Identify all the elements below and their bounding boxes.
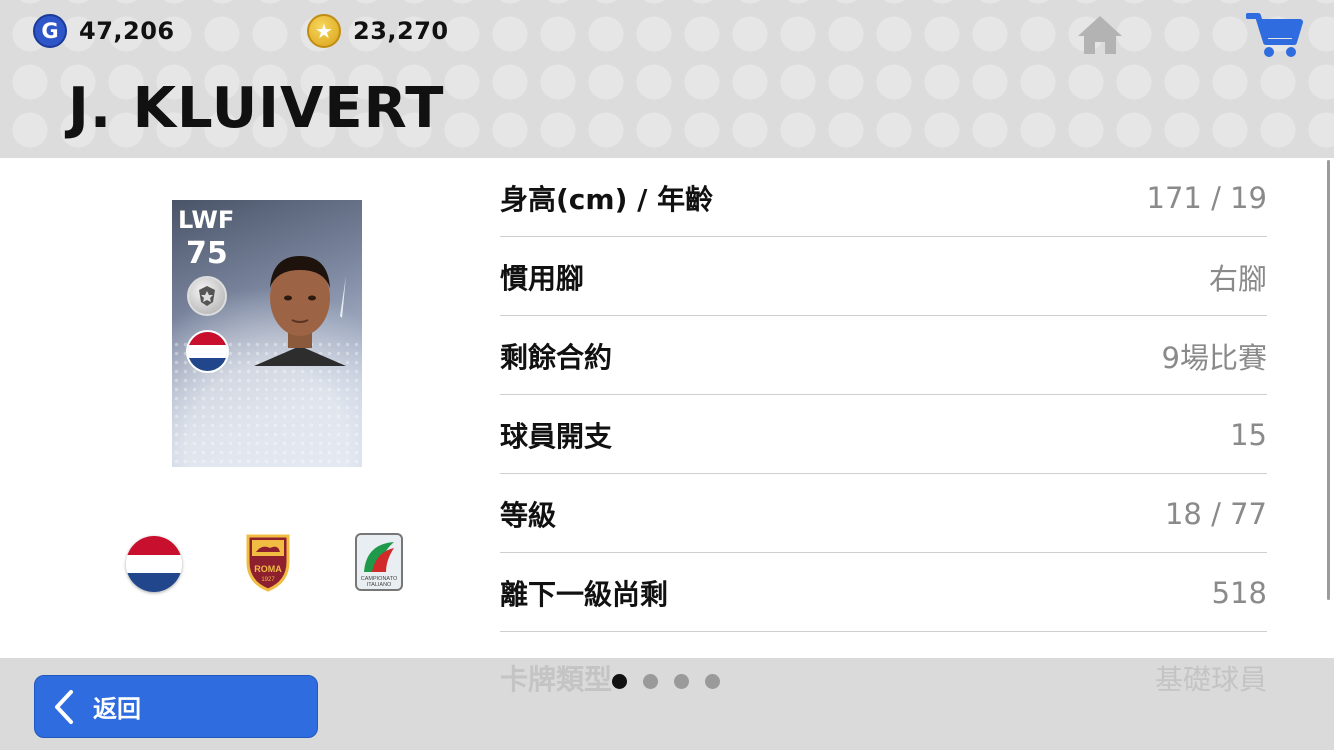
stat-row-height-age: 身高(cm) / 年齡 171 / 19 — [500, 158, 1267, 237]
club-crest-year: 1927 — [261, 577, 275, 583]
page-dot-2[interactable] — [643, 674, 658, 689]
club-crest-icon[interactable]: ROMA 1927 — [244, 532, 292, 592]
stat-value: 9場比賽 — [1161, 341, 1267, 375]
club-crest-text: ROMA — [254, 564, 282, 574]
page-indicator[interactable] — [612, 674, 720, 689]
stat-label: 等級 — [500, 499, 557, 532]
top-header: G 47,206 ★ 23,270 J. KLUIVERT — [0, 0, 1334, 158]
card-nationality-flag-icon — [186, 330, 229, 373]
player-stats-list[interactable]: 身高(cm) / 年齡 171 / 19 慣用腳 右腳 剩餘合約 9場比賽 球員… — [500, 158, 1267, 632]
player-name-title: J. KLUIVERT — [68, 76, 445, 141]
stat-label: 慣用腳 — [500, 262, 585, 295]
nationality-flag-icon[interactable] — [126, 536, 182, 592]
gp-amount: 47,206 — [79, 17, 175, 45]
stat-value: 518 — [1211, 576, 1267, 610]
stat-value: 18 / 77 — [1164, 497, 1267, 531]
coin-balance[interactable]: ★ 23,270 — [307, 14, 449, 48]
page-dot-3[interactable] — [674, 674, 689, 689]
stat-label: 身高(cm) / 年齡 — [500, 183, 714, 216]
league-logo-line2: ITALIANO — [367, 582, 392, 588]
stat-value-card-type: 基礎球員 — [1154, 663, 1267, 696]
star-coin-icon: ★ — [307, 14, 341, 48]
cart-icon — [1245, 13, 1303, 57]
page-dot-4[interactable] — [705, 674, 720, 689]
stat-value: 右腳 — [1208, 262, 1267, 296]
stat-value: 15 — [1230, 418, 1267, 452]
chevron-left-icon — [55, 689, 73, 724]
coin-amount: 23,270 — [353, 17, 449, 45]
stat-label-card-type: 卡牌類型 — [500, 663, 613, 696]
card-type-badge-icon — [187, 276, 227, 316]
gp-balance[interactable]: G 47,206 — [33, 14, 175, 48]
stat-row-salary: 球員開支 15 — [500, 395, 1267, 474]
stat-value: 171 / 19 — [1146, 181, 1267, 215]
page-dot-1[interactable] — [612, 674, 627, 689]
stat-row-level: 等級 18 / 77 — [500, 474, 1267, 553]
card-rating: 75 — [186, 236, 228, 271]
home-icon — [1078, 16, 1122, 54]
player-detail-panel[interactable]: LWF 75 ROMA 1927 CAMPIONATO ITALIANO 身高(… — [0, 158, 1334, 658]
player-photo — [254, 256, 346, 366]
home-button[interactable] — [1074, 12, 1126, 58]
player-card[interactable]: LWF 75 — [172, 200, 362, 467]
shop-cart-button[interactable] — [1245, 10, 1304, 60]
gp-icon: G — [33, 14, 67, 48]
stat-label: 離下一級尚剩 — [500, 578, 669, 611]
stat-label: 剩餘合約 — [500, 341, 613, 374]
stat-row-preferred-foot: 慣用腳 右腳 — [500, 237, 1267, 316]
back-button-label: 返回 — [93, 695, 141, 723]
stat-row-contract: 剩餘合約 9場比賽 — [500, 316, 1267, 395]
stat-row-exp-to-next: 離下一級尚剩 518 — [500, 553, 1267, 632]
stat-label: 球員開支 — [500, 420, 613, 453]
card-position: LWF — [178, 206, 235, 234]
scrollbar[interactable] — [1327, 160, 1330, 600]
back-button[interactable]: 返回 — [34, 675, 318, 738]
league-logo-icon[interactable]: CAMPIONATO ITALIANO — [354, 532, 404, 592]
